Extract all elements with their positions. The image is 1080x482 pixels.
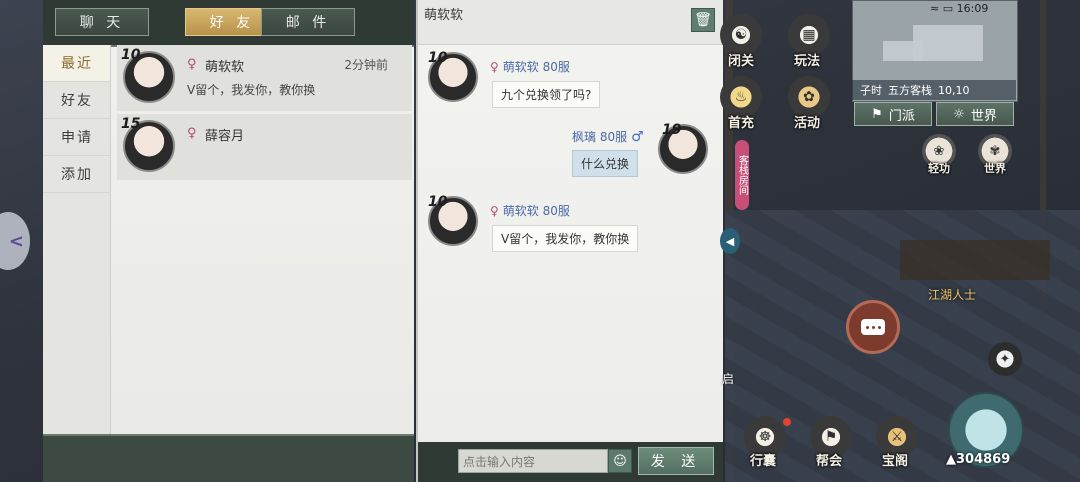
power-value: 304869 (956, 452, 1011, 467)
friend-name: 薛容月 (205, 129, 245, 144)
private-chat-panel: 萌软软 🗑 10 ♀ 萌软软 80服 九个兑换领了吗? 枫璃 80服 ♂ 什么兑换 … (416, 0, 723, 482)
chat-bubble-button[interactable] (846, 300, 900, 354)
wifi-icon: ≈ (930, 2, 940, 15)
hud-label: 世界 (984, 162, 1006, 175)
chevron-left-icon[interactable]: ◀ (720, 228, 740, 254)
world-label: 世界 (970, 108, 997, 124)
chat-icon (861, 319, 885, 335)
message-bubble: V留个，我发你，教你换 (492, 225, 639, 252)
sender-name: 萌软软 80服 (502, 204, 570, 218)
status-bar: ≈ ▭ 16:09 (930, 2, 988, 15)
hud-label: 轻功 (928, 162, 950, 175)
hud-label: 行囊 (750, 454, 777, 469)
chat-title: 萌软软 (424, 8, 464, 23)
map-info: 子时 五方客栈 10,10 (852, 80, 1016, 100)
nav-recent[interactable]: 最近 (43, 45, 110, 82)
female-icon: ♀ (490, 204, 499, 218)
globe-icon: ☼ (953, 106, 965, 122)
male-icon: ♂ (631, 129, 644, 145)
female-icon: ♀ (187, 57, 197, 72)
chat-header: 萌软软 🗑 (418, 0, 723, 45)
message-sender: ♀ 萌软软 80服 (490, 58, 570, 75)
tab-chat[interactable]: 聊 天 (55, 8, 149, 36)
message-sender: ♀ 萌软软 80服 (490, 202, 570, 219)
friend-row[interactable]: 10 ♀ 萌软软 2分钟前 V留个，我发你，教你换 (117, 45, 412, 111)
npc-label: 江湖人士 (928, 288, 977, 302)
notification-dot (783, 418, 791, 426)
message-level: 10 (428, 194, 448, 210)
friend-last-message: V留个，我发你，教你换 (187, 83, 316, 97)
friend-time: 2分钟前 (344, 58, 388, 72)
sender-name: 萌软软 80服 (502, 60, 570, 74)
send-button[interactable]: 发 送 (638, 447, 714, 475)
map-time: 子时 (860, 84, 882, 97)
friends-panel: 聊 天 好 友 邮 件 最近 好友 申请 添加 10 ♀ 萌软软 2分钟前 V留… (43, 0, 414, 482)
world-button[interactable]: ☼ 世界 (936, 102, 1014, 126)
female-icon: ♀ (187, 126, 197, 141)
flag-icon: ⚑ (871, 106, 883, 122)
qi-label: 启 (722, 372, 735, 386)
message-sender: 枫璃 80服 ♂ (572, 128, 644, 145)
combat-power: ▲304869 (946, 452, 1010, 467)
room-banner[interactable]: 客栈房间 (735, 140, 749, 210)
smile-icon[interactable]: ☺ (608, 449, 632, 473)
hud-label: 活动 (794, 116, 821, 131)
battery-icon: ▭ (942, 2, 954, 15)
female-icon: ♀ (490, 60, 499, 74)
hud-label: 帮会 (816, 454, 843, 469)
friend-name: 萌软软 (205, 60, 245, 75)
tab-mail[interactable]: 邮 件 (261, 8, 355, 36)
friend-row[interactable]: 15 ♀ 薛容月 (117, 114, 412, 180)
nav-requests[interactable]: 申请 (43, 119, 110, 156)
message-bubble: 什么兑换 (572, 150, 639, 177)
message-level: 10 (428, 50, 448, 66)
hud-label: 宝阁 (882, 454, 909, 469)
nav-friends[interactable]: 好友 (43, 82, 110, 119)
friends-side-nav: 最近 好友 申请 添加 (43, 45, 111, 435)
hud-label: 闭关 (728, 54, 755, 69)
power-icon: ▲ (946, 452, 956, 467)
nav-add[interactable]: 添加 (43, 156, 110, 193)
sender-name: 枫璃 80服 (572, 130, 628, 144)
message-bubble: 九个兑换领了吗? (492, 81, 601, 108)
map-coords: 10,10 (938, 83, 970, 97)
friend-level: 10 (121, 47, 141, 63)
chat-input[interactable]: 点击输入内容 (458, 449, 608, 473)
hud-label: 首充 (728, 116, 755, 131)
sect-button[interactable]: ⚑ 门派 (854, 102, 932, 126)
sect-label: 门派 (888, 108, 915, 124)
status-time: 16:09 (956, 2, 989, 15)
tab-bar: 聊 天 好 友 邮 件 (43, 0, 414, 47)
hud-label: 玩法 (794, 54, 821, 69)
message-level: 19 (662, 122, 682, 138)
friend-level: 15 (121, 116, 141, 132)
trash-icon[interactable]: 🗑 (691, 8, 715, 32)
chat-input-bar: 点击输入内容 ☺ 发 送 (418, 442, 723, 482)
skill-button[interactable]: ✦ (988, 342, 1022, 376)
map-location: 五方客栈 (888, 84, 932, 97)
panel-footer (43, 434, 414, 482)
